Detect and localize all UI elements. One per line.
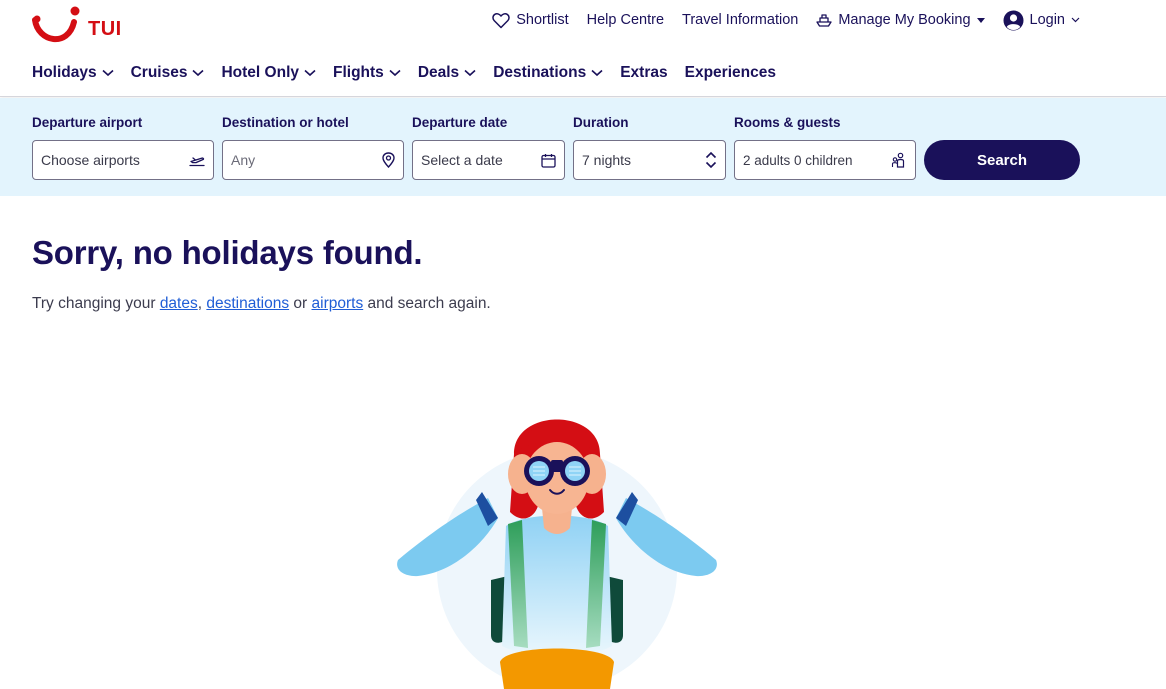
up-down-chevron-icon <box>705 151 717 169</box>
utility-nav: Shortlist Help Centre Travel Information… <box>492 8 1080 32</box>
search-panel: Departure airport Choose airports Destin… <box>0 98 1166 196</box>
manage-booking-menu[interactable]: Manage My Booking <box>816 8 985 32</box>
nav-holidays-label: Holidays <box>32 64 97 81</box>
nav-holidays[interactable]: Holidays <box>32 62 114 84</box>
nav-deals-label: Deals <box>417 64 460 81</box>
nav-experiences[interactable]: Experiences <box>685 62 776 84</box>
duration-label: Duration <box>573 115 629 130</box>
nav-cruises[interactable]: Cruises <box>131 62 205 84</box>
nav-hotel-only[interactable]: Hotel Only <box>221 62 316 84</box>
cruise-ship-icon <box>816 14 832 27</box>
nav-cruises-label: Cruises <box>130 64 188 81</box>
main-nav: Holidays Cruises Hotel Only Flights Deal… <box>32 62 793 84</box>
tui-smile-icon <box>32 6 80 43</box>
or-text: or <box>293 295 308 312</box>
duration-field: Duration 7 nights <box>573 114 726 180</box>
travel-information-link[interactable]: Travel Information <box>682 8 798 32</box>
duration-value: 7 nights <box>582 152 632 168</box>
chevron-down-icon <box>1071 17 1080 23</box>
login-label: Login <box>1029 12 1065 28</box>
site-header: TUI Shortlist Help Centre Travel Informa… <box>0 0 1166 97</box>
shortlist-label: Shortlist <box>516 12 569 28</box>
nav-destinations[interactable]: Destinations <box>493 62 603 84</box>
message-prefix: Try changing your <box>32 295 156 312</box>
airports-link[interactable]: airports <box>312 295 364 312</box>
destination-field: Destination or hotel Any <box>222 114 404 180</box>
destination-label: Destination or hotel <box>222 115 349 130</box>
message-suffix: and search again. <box>367 295 491 312</box>
nav-flights-label: Flights <box>333 64 384 81</box>
departure-date-placeholder: Select a date <box>421 152 503 168</box>
binoculars-traveller-illustration <box>397 419 717 689</box>
help-centre-link[interactable]: Help Centre <box>587 8 664 32</box>
nav-deals[interactable]: Deals <box>418 62 476 84</box>
dates-link[interactable]: dates <box>160 295 198 312</box>
tui-logo[interactable]: TUI <box>32 4 127 46</box>
login-menu[interactable]: Login <box>1003 8 1080 32</box>
departure-airport-input[interactable]: Choose airports <box>32 140 214 180</box>
destination-placeholder: Any <box>231 152 256 168</box>
chevron-down-icon <box>389 69 401 77</box>
departure-date-label: Departure date <box>412 115 508 130</box>
chevron-down-icon <box>304 69 316 77</box>
caret-down-icon <box>976 17 985 23</box>
nav-extras-label: Extras <box>620 64 668 81</box>
user-account-icon <box>1003 10 1024 30</box>
manage-booking-label: Manage My Booking <box>838 12 971 28</box>
nav-extras[interactable]: Extras <box>620 62 667 84</box>
nav-destinations-label: Destinations <box>493 64 587 81</box>
people-icon <box>891 152 905 168</box>
help-centre-label: Help Centre <box>586 12 665 28</box>
rooms-guests-field: Rooms & guests 2 adults 0 children <box>734 114 916 180</box>
heart-icon <box>492 12 510 28</box>
chevron-down-icon <box>591 69 603 77</box>
duration-select[interactable]: 7 nights <box>573 140 726 180</box>
departure-date-input[interactable]: Select a date <box>412 140 565 180</box>
chevron-down-icon <box>102 69 114 77</box>
departure-airport-field: Departure airport Choose airports <box>32 114 214 180</box>
rooms-guests-input[interactable]: 2 adults 0 children <box>734 140 916 180</box>
location-pin-icon <box>382 152 395 168</box>
travel-information-label: Travel Information <box>682 12 799 28</box>
departure-airport-label: Departure airport <box>32 115 143 130</box>
rooms-guests-label: Rooms & guests <box>734 115 841 130</box>
plane-takeoff-icon <box>189 157 205 167</box>
destination-input[interactable]: Any <box>222 140 404 180</box>
no-results-message: Try changing your dates, destinations or… <box>32 295 491 313</box>
nav-experiences-label: Experiences <box>684 64 776 81</box>
nav-flights[interactable]: Flights <box>333 62 401 84</box>
chevron-down-icon <box>192 69 205 77</box>
nav-hotel-only-label: Hotel Only <box>221 64 299 81</box>
departure-date-field: Departure date Select a date <box>412 114 565 180</box>
chevron-down-icon <box>464 69 476 77</box>
no-results-title: Sorry, no holidays found. <box>32 234 423 271</box>
calendar-icon <box>541 153 556 168</box>
destinations-link[interactable]: destinations <box>206 295 289 312</box>
search-button[interactable]: Search <box>924 140 1080 180</box>
logo-wordmark: TUI <box>88 17 122 40</box>
comma-text: , <box>197 295 203 312</box>
rooms-guests-value: 2 adults 0 children <box>743 152 853 168</box>
shortlist-link[interactable]: Shortlist <box>492 8 569 32</box>
departure-airport-placeholder: Choose airports <box>41 152 140 168</box>
